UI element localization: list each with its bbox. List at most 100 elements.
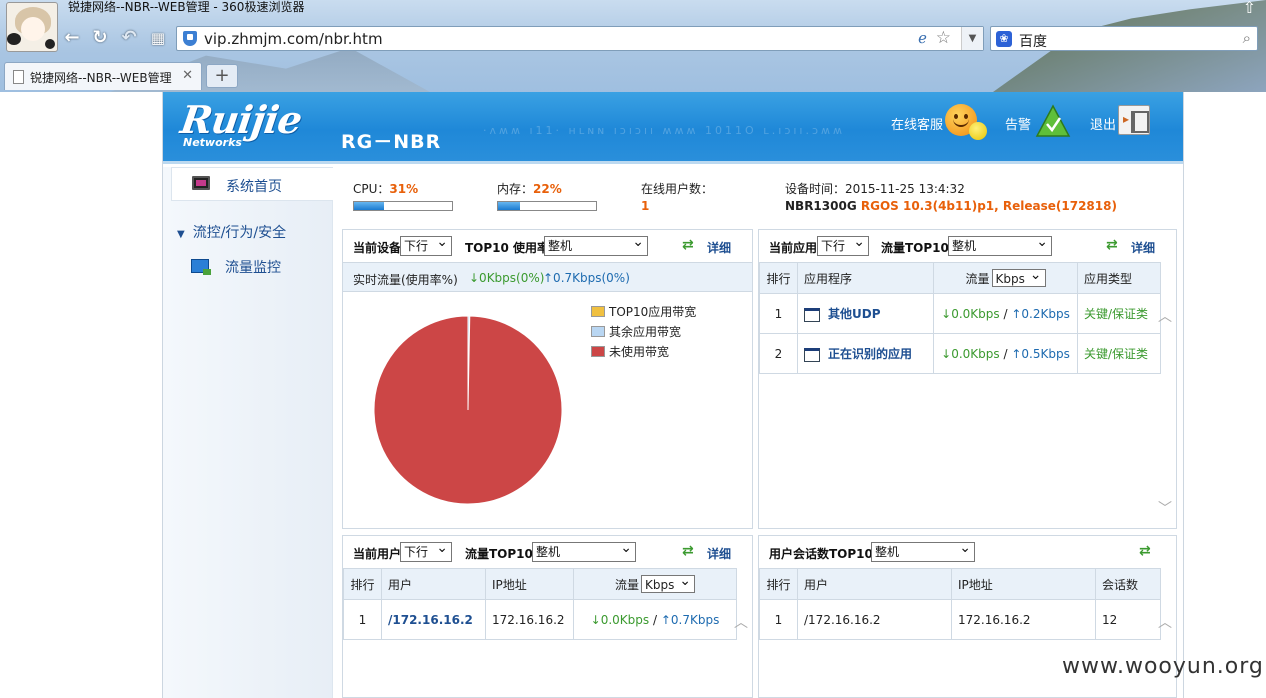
refresh-icon[interactable]: ⇄ <box>682 237 694 253</box>
col-rank: 排行 <box>343 568 382 600</box>
online-users-label: 在线用户数： <box>641 182 714 196</box>
bookmark-star-icon[interactable]: ☆ <box>936 28 951 48</box>
col-rank: 排行 <box>759 568 798 600</box>
device-scope-select[interactable]: 整机 <box>544 233 648 256</box>
col-flow: 流量 Kbps <box>573 568 737 600</box>
logout-door-icon[interactable] <box>1118 105 1150 135</box>
back-icon[interactable]: ← <box>62 28 82 48</box>
main-content: CPU：31% 内存：22% 在线用户数： 1 设备时间：2015-11-25 … <box>333 167 1183 698</box>
table-row[interactable]: 2 正在识别的应用 ↓0.0Kbps / ↑0.5Kbps 关键/保证类 <box>759 333 1161 374</box>
alarm-link[interactable]: 告警 <box>1005 114 1031 133</box>
app-panel: 当前应用 下行 流量TOP10 整机 ⇄ 详细 排行 应用程序 流量Kbps 应… <box>758 229 1177 529</box>
online-service-link[interactable]: 在线客服 <box>891 114 943 133</box>
col-rank: 排行 <box>759 262 798 294</box>
device-detail-link[interactable]: 详细 <box>707 239 731 256</box>
user-detail-link[interactable]: 详细 <box>707 545 731 562</box>
search-engine-name[interactable]: 百度 <box>1019 31 1047 51</box>
watermark: www.wooyun.org <box>1062 654 1264 679</box>
apps-grid-icon[interactable]: ▦ <box>148 28 168 48</box>
refresh-icon[interactable]: ⇄ <box>1106 237 1118 253</box>
table-header: 排行 用户 IP地址 流量 Kbps <box>343 568 737 600</box>
col-user: 用户 <box>381 568 486 600</box>
sidebar-item-label: 流量监控 <box>225 260 281 276</box>
app-table: 排行 应用程序 流量Kbps 应用类型 1 其他UDP ↓0.0Kbps / ↑… <box>759 262 1161 374</box>
close-tab-icon[interactable]: ✕ <box>182 68 193 83</box>
sidebar-item-label: 系统首页 <box>226 179 282 195</box>
scroll-down-icon[interactable]: ﹀ <box>1158 498 1172 518</box>
memory-progress-bar <box>497 201 597 211</box>
realtime-up: ↑0.7Kbps(0%) <box>543 271 630 285</box>
new-tab-button[interactable]: + <box>206 64 238 88</box>
table-header: 排行 用户 IP地址 会话数 <box>759 568 1161 600</box>
user-table: 排行 用户 IP地址 流量Kbps 1 /172.16.16.2 172.16.… <box>343 568 737 640</box>
app-detail-link[interactable]: 详细 <box>1131 239 1155 256</box>
online-users-value: 1 <box>641 199 650 213</box>
user-direction-select[interactable]: 下行 <box>400 539 452 562</box>
app-header: Ruijie Networks RG－NBR ·ʌʍʍ ı11· ʜʟɴɴ ıɔ… <box>163 92 1183 164</box>
address-dropdown-icon[interactable]: ▼ <box>961 27 983 50</box>
triangle-down-icon: ▼ <box>177 229 185 240</box>
session-panel-title: 用户会话数TOP10 整机 ⇄ <box>759 536 1176 568</box>
pin-icon[interactable]: ⇧ <box>1243 0 1256 17</box>
user-panel-title: 当前用户 下行 流量TOP10 整机 ⇄ 详细 <box>343 536 752 568</box>
pie-legend: TOP10应用带宽 其余应用带宽 未使用带宽 <box>591 302 696 362</box>
logout-link[interactable]: 退出 <box>1090 114 1116 133</box>
legend-item-unused: 未使用带宽 <box>591 342 696 362</box>
legend-swatch <box>591 346 605 357</box>
search-box[interactable]: ❀ 百度 ⌕ <box>990 26 1258 51</box>
col-user: 用户 <box>797 568 952 600</box>
device-time: 设备时间：2015-11-25 13:4:32 <box>785 182 965 196</box>
realtime-flow-bar: 实时流量(使用率%) ↓0Kbps(0%) ↑0.7Kbps(0%) <box>343 262 752 292</box>
scroll-up-icon[interactable]: ︿ <box>1158 306 1172 326</box>
user-unit-select[interactable]: Kbps <box>641 572 695 593</box>
cpu-stat: CPU：31% <box>353 182 419 196</box>
pie-slice-2 <box>373 315 563 505</box>
address-url[interactable]: vip.zhmjm.com/nbr.htm <box>204 30 383 48</box>
scroll-up-icon[interactable]: ︿ <box>734 612 748 632</box>
refresh-icon[interactable]: ⇄ <box>1139 543 1151 559</box>
legend-item-top10: TOP10应用带宽 <box>591 302 696 322</box>
refresh-icon[interactable]: ⇄ <box>682 543 694 559</box>
sidebar-group-label: 流控/行为/安全 <box>192 225 287 241</box>
session-table: 排行 用户 IP地址 会话数 1 /172.16.16.2 172.16.16.… <box>759 568 1161 640</box>
scroll-up-icon[interactable]: ︿ <box>1158 612 1172 632</box>
sidebar-group-flow-control[interactable]: ▼ 流控/行为/安全 <box>177 222 286 242</box>
browser-chrome: 锐捷网络--NBR--WEB管理 - 360极速浏览器 ⇧ ← ↻ ↶ ▦ vi… <box>0 0 1266 92</box>
undo-icon[interactable]: ↶ <box>119 28 139 48</box>
app-scope-select[interactable]: 整机 <box>948 233 1052 256</box>
app-window-icon <box>804 347 820 362</box>
device-panel: 当前设备 下行 TOP10 使用率 整机 ⇄ 详细 实时流量(使用率%) ↓0K… <box>342 229 753 529</box>
search-icon[interactable]: ⌕ <box>1243 29 1251 47</box>
app-name-link[interactable]: 正在识别的应用 <box>828 347 912 361</box>
online-service-icon-small <box>969 122 987 140</box>
browser-tab[interactable]: 锐捷网络--NBR--WEB管理 ✕ <box>4 62 202 90</box>
device-model: NBR1300G RGOS 10.3(4b11)p1, Release(1728… <box>785 199 1117 213</box>
app-name-link[interactable]: 其他UDP <box>828 307 881 321</box>
user-name-link[interactable]: /172.16.16.2 <box>388 613 473 627</box>
user-scope-select[interactable]: 整机 <box>532 539 636 562</box>
col-flow: 流量 Kbps <box>933 262 1078 294</box>
table-row[interactable]: 1 /172.16.16.2 172.16.16.2 12 <box>759 599 1161 640</box>
address-bar[interactable]: vip.zhmjm.com/nbr.htm ℯ ☆ ▼ <box>176 26 984 51</box>
legend-item-other: 其余应用带宽 <box>591 322 696 342</box>
app-direction-select[interactable]: 下行 <box>817 233 869 256</box>
alarm-icon[interactable] <box>1035 104 1071 138</box>
realtime-down: ↓0Kbps(0%) <box>469 271 545 285</box>
legend-swatch <box>591 306 605 317</box>
cpu-progress-bar <box>353 201 453 211</box>
device-panel-title: 当前设备 下行 TOP10 使用率 整机 ⇄ 详细 <box>343 230 752 262</box>
firmware-version: RGOS 10.3(4b11)p1, Release(172818) <box>860 199 1117 213</box>
session-scope-select[interactable]: 整机 <box>871 539 975 562</box>
device-direction-select[interactable]: 下行 <box>400 233 452 256</box>
app-unit-select[interactable]: Kbps <box>991 266 1046 287</box>
refresh-icon[interactable]: ↻ <box>90 28 110 48</box>
cpu-value: 31% <box>389 182 419 196</box>
browser-engine-icon[interactable]: ℯ <box>918 29 927 47</box>
cpu-progress-fill <box>354 202 385 210</box>
table-row[interactable]: 1 /172.16.16.2 172.16.16.2 ↓0.0Kbps / ↑0… <box>343 599 737 640</box>
sidebar: 系统首页 ▼ 流控/行为/安全 流量监控 <box>163 167 333 698</box>
table-row[interactable]: 1 其他UDP ↓0.0Kbps / ↑0.2Kbps 关键/保证类 <box>759 293 1161 334</box>
profile-avatar[interactable] <box>6 2 58 52</box>
sidebar-item-home[interactable]: 系统首页 <box>171 167 333 201</box>
sidebar-item-flow-monitor[interactable]: 流量监控 <box>191 257 321 279</box>
